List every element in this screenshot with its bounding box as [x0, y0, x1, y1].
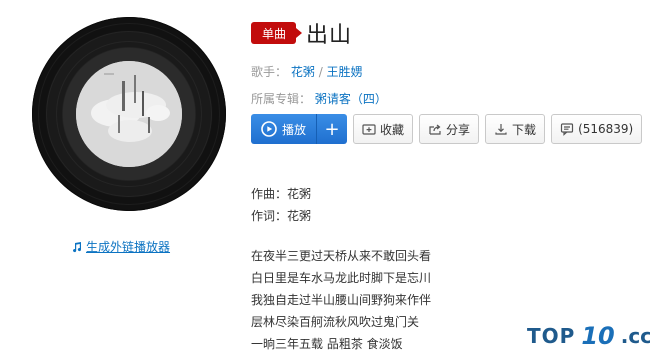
- album-meta: 所属专辑： 粥请客（四）: [251, 90, 387, 107]
- download-button[interactable]: 下载: [485, 114, 546, 144]
- folder-add-icon: [362, 124, 376, 135]
- singer-link[interactable]: 王胜娚: [327, 65, 363, 79]
- music-note-icon: [71, 241, 83, 253]
- share-label: 分享: [446, 122, 471, 137]
- singer-separator: /: [318, 65, 327, 79]
- play-group: 播放 +: [251, 114, 348, 144]
- download-label: 下载: [512, 122, 537, 137]
- share-button[interactable]: 分享: [419, 114, 480, 144]
- download-icon: [495, 124, 507, 135]
- action-buttons: 播放 + 收藏 分享 下载 (516839): [251, 114, 643, 144]
- generate-player-link[interactable]: 生成外链播放器: [71, 238, 170, 255]
- song-title: 出山: [306, 23, 353, 48]
- add-to-playlist-button[interactable]: +: [317, 114, 348, 144]
- collect-label: 收藏: [380, 122, 405, 137]
- site-watermark: TOP 10 .cc: [527, 322, 650, 350]
- watermark-tld: .cc: [620, 324, 650, 348]
- singer-meta: 歌手： 花粥 / 王胜娚: [251, 63, 363, 80]
- lyrics-gap: [251, 227, 431, 245]
- comments-count: (516839): [578, 122, 634, 136]
- lyric-line: 一晌三年五载 品粗茶 食淡饭: [251, 337, 403, 351]
- song-info-panel: 单曲 出山 歌手： 花粥 / 王胜娚 所属专辑： 粥请客（四） 播放 + 收藏 …: [251, 0, 650, 363]
- watermark-number: 10: [581, 322, 615, 350]
- plus-icon: +: [324, 118, 340, 140]
- share-icon: [429, 124, 441, 135]
- lyrics-block: 作曲：花粥 作词：花粥 在夜半三更过天桥从来不敢回头看 白日里是车水马龙此时脚下…: [251, 183, 431, 355]
- left-panel: 生成外链播放器: [0, 0, 230, 363]
- lyric-line: 在夜半三更过天桥从来不敢回头看: [251, 249, 432, 263]
- generate-player-link-label: 生成外链播放器: [86, 240, 171, 254]
- album-disc[interactable]: [32, 17, 226, 211]
- play-label: 播放: [282, 122, 307, 137]
- lyricist-line: 作词：花粥: [251, 209, 312, 223]
- album-label: 所属专辑：: [251, 92, 312, 106]
- singer-link[interactable]: 花粥: [291, 65, 315, 79]
- comment-icon: [560, 123, 574, 136]
- singer-label: 歌手：: [251, 65, 288, 79]
- composer-line: 作曲：花粥: [251, 187, 312, 201]
- collect-button[interactable]: 收藏: [353, 114, 414, 144]
- lyric-line: 我独自走过半山腰山间野狗来作伴: [251, 293, 432, 307]
- album-link[interactable]: 粥请客（四）: [315, 92, 387, 106]
- single-badge: 单曲: [251, 22, 303, 44]
- play-icon: [261, 121, 277, 137]
- album-cover-art: [76, 61, 182, 167]
- lyric-line: 层林尽染百舸流秋风吹过鬼门关: [251, 315, 420, 329]
- watermark-top: TOP: [527, 324, 576, 348]
- play-button[interactable]: 播放: [251, 114, 318, 144]
- comments-button[interactable]: (516839): [551, 114, 643, 144]
- lyric-line: 白日里是车水马龙此时脚下是忘川: [251, 271, 432, 285]
- title-row: 单曲 出山: [251, 17, 352, 49]
- album-cover[interactable]: [76, 61, 182, 167]
